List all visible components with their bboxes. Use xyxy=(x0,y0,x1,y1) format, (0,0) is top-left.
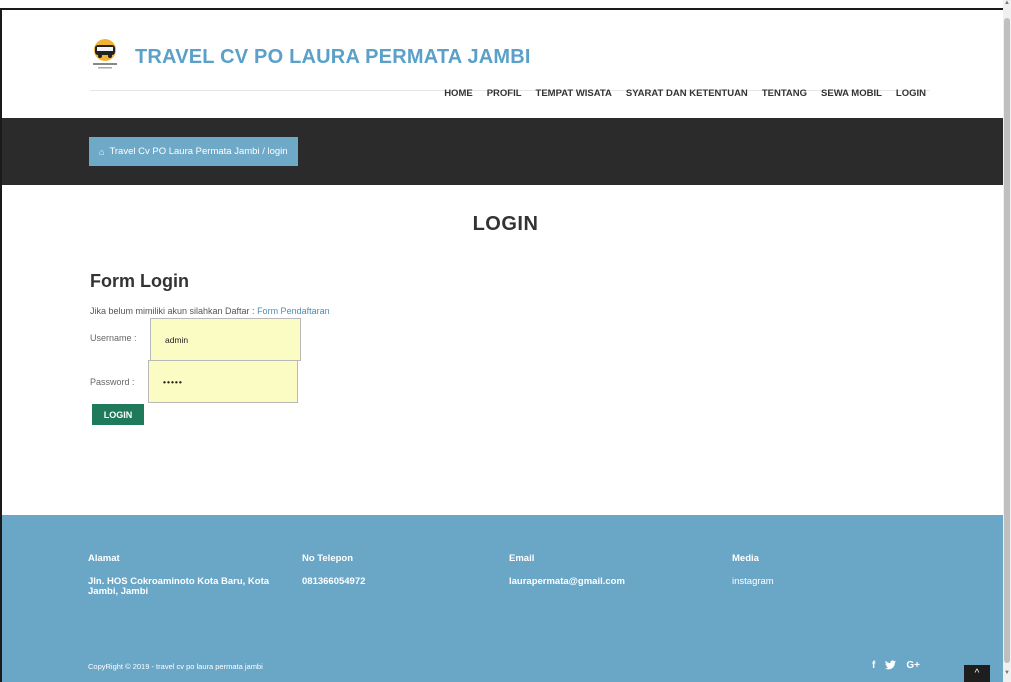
scrollbar-thumb[interactable] xyxy=(1004,18,1010,663)
twitter-icon[interactable] xyxy=(885,660,897,673)
brand-title[interactable]: TRAVEL CV PO LAURA PERMATA JAMBI xyxy=(135,46,531,69)
breadcrumb[interactable]: ⌂ Travel Cv PO Laura Permata Jambi / log… xyxy=(89,137,298,166)
password-label: Password : xyxy=(90,377,135,387)
nav-sewa-mobil[interactable]: SEWA MOBIL xyxy=(821,88,882,99)
breadcrumb-text: Travel Cv PO Laura Permata Jambi / login xyxy=(109,146,288,157)
main-nav: HOME PROFIL TEMPAT WISATA SYARAT DAN KET… xyxy=(444,88,926,99)
facebook-icon[interactable]: f xyxy=(872,660,875,673)
bus-emblem-icon[interactable] xyxy=(90,36,120,70)
page-title: LOGIN xyxy=(472,213,539,235)
footer-address: Alamat Jln. HOS Cokroaminoto Kota Baru, … xyxy=(88,553,278,597)
scroll-down-icon[interactable]: ▼ xyxy=(1003,670,1011,682)
scroll-up-icon[interactable]: ▲ xyxy=(1003,0,1011,12)
login-button[interactable]: LOGIN xyxy=(92,404,144,425)
media-heading: Media xyxy=(732,553,759,564)
site-footer: Alamat Jln. HOS Cokroaminoto Kota Baru, … xyxy=(2,515,1003,682)
footer-phone: No Telepon 081366054972 xyxy=(302,553,365,587)
email-heading: Email xyxy=(509,553,535,564)
nav-profil[interactable]: PROFIL xyxy=(487,88,522,99)
nav-tempat-wisata[interactable]: TEMPAT WISATA xyxy=(536,88,612,99)
chevron-up-icon[interactable]: ^ xyxy=(964,665,990,682)
nav-login[interactable]: LOGIN xyxy=(896,88,926,99)
scrollbar[interactable]: ▲ ▼ xyxy=(1003,0,1011,682)
phone-heading: No Telepon xyxy=(302,553,354,564)
register-note: Jika belum mimiliki akun silahkan Daftar… xyxy=(90,306,330,316)
form-title: Form Login xyxy=(90,271,189,291)
address-heading: Alamat xyxy=(88,553,120,564)
copyright-text: CopyRight © 2019 - travel cv po laura pe… xyxy=(88,662,263,671)
register-link[interactable]: Form Pendaftaran xyxy=(257,306,330,316)
username-input[interactable] xyxy=(150,318,301,361)
nav-tentang[interactable]: TENTANG xyxy=(762,88,807,99)
nav-syarat-dan-ketentuan[interactable]: SYARAT DAN KETENTUAN xyxy=(626,88,748,99)
site-header: TRAVEL CV PO LAURA PERMATA JAMBI HOME PR… xyxy=(2,10,1003,118)
email-value[interactable]: laurapermata@gmail.com xyxy=(509,577,625,587)
page-banner: ⌂ Travel Cv PO Laura Permata Jambi / log… xyxy=(2,118,1003,185)
address-value: Jln. HOS Cokroaminoto Kota Baru, Kota Ja… xyxy=(88,576,270,597)
register-note-text: Jika belum mimiliki akun silahkan Daftar… xyxy=(90,306,258,316)
home-icon: ⌂ xyxy=(99,146,105,157)
media-value[interactable]: instagram xyxy=(732,577,774,587)
phone-value: 081366054972 xyxy=(302,576,366,587)
nav-home[interactable]: HOME xyxy=(444,88,473,99)
password-input[interactable] xyxy=(148,360,298,403)
footer-email: Email laurapermata@gmail.com xyxy=(509,553,625,587)
google-plus-icon[interactable]: G+ xyxy=(906,660,920,673)
username-label: Username : xyxy=(90,333,137,343)
social-links: f G+ xyxy=(872,660,920,673)
footer-media: Media instagram xyxy=(732,553,774,587)
